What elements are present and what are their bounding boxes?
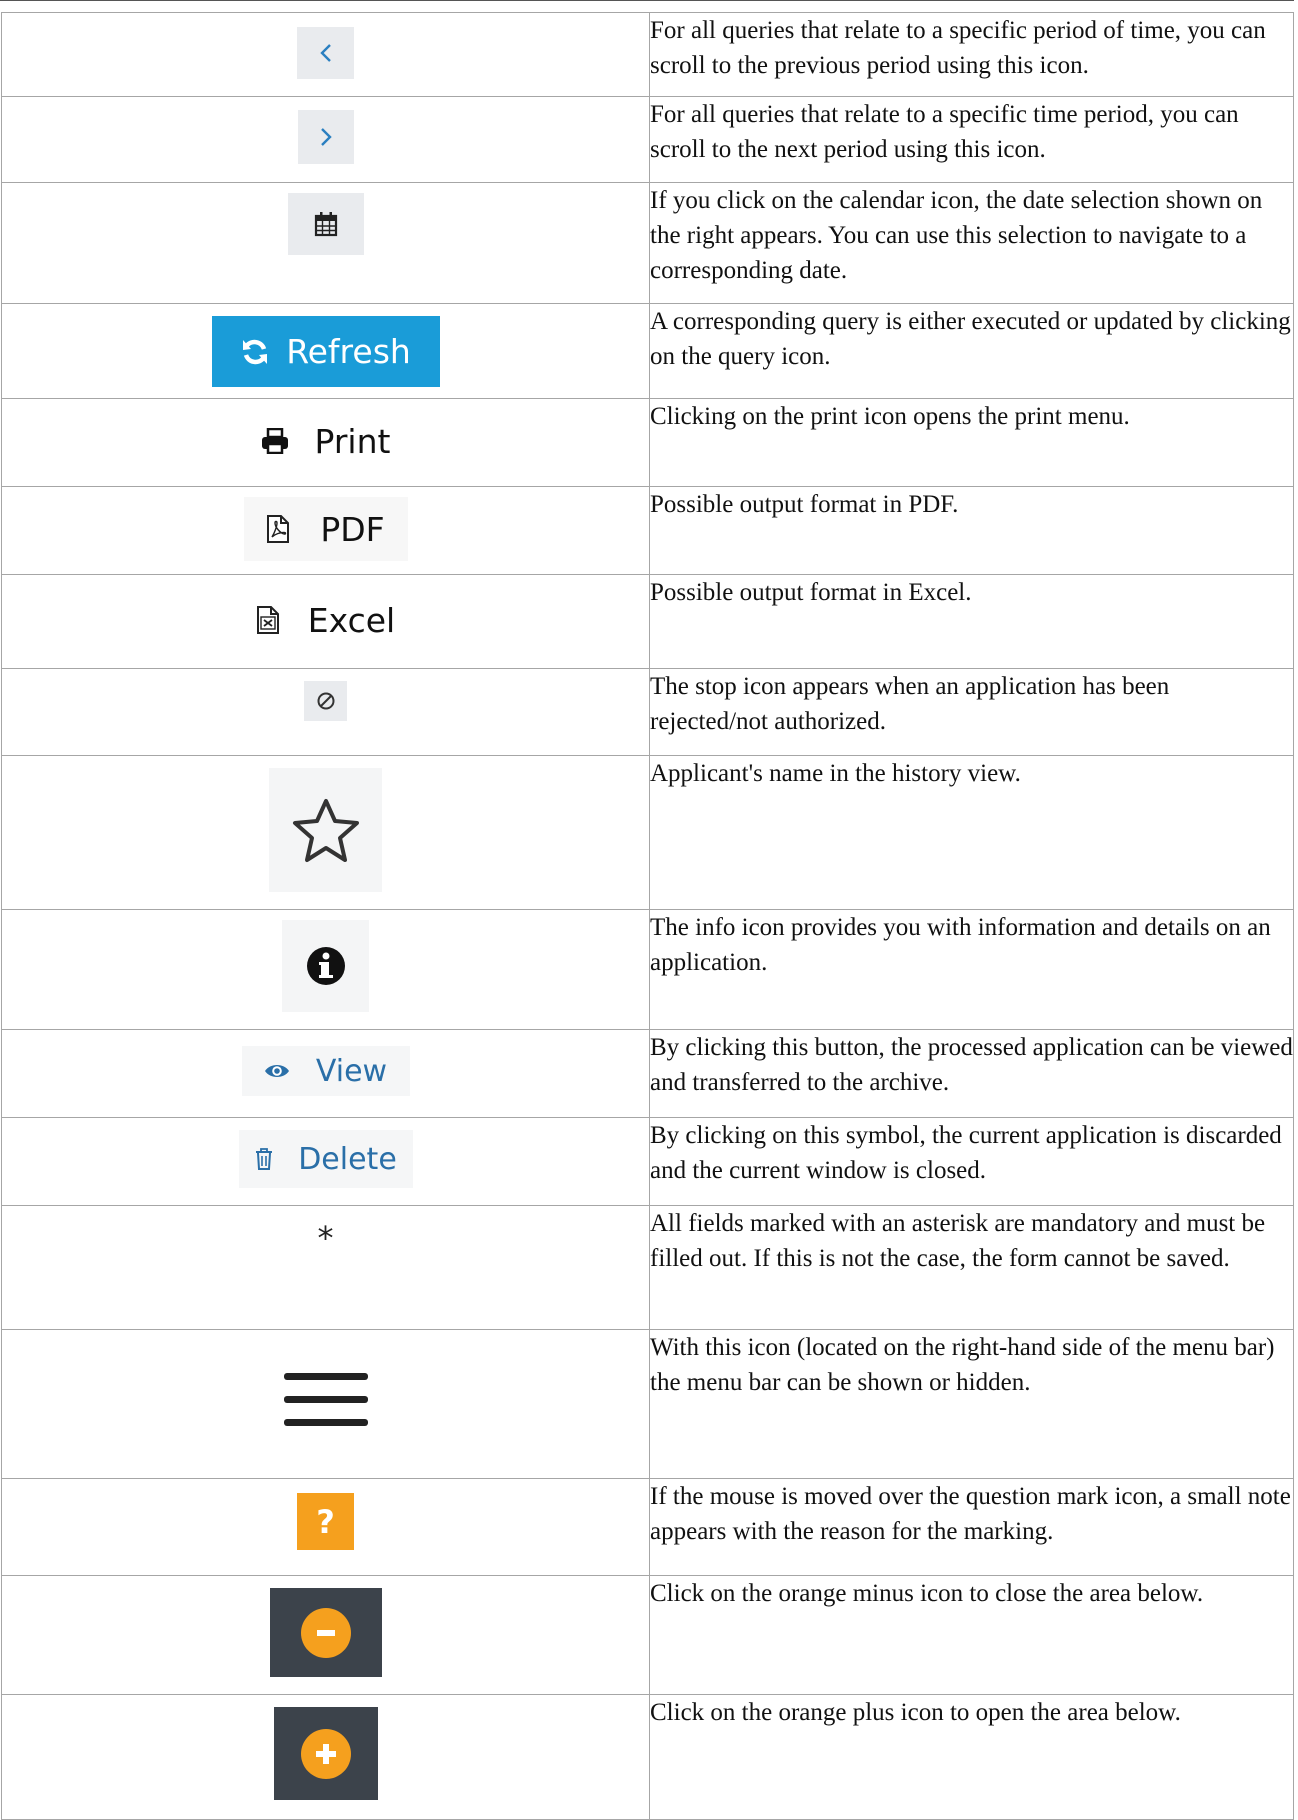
table-row: Click on the orange plus icon to open th… xyxy=(1,1694,1294,1820)
print-label: Print xyxy=(314,421,391,461)
plus-circle-icon xyxy=(300,1728,351,1779)
table-row: For all queries that relate to a specifi… xyxy=(1,12,1294,97)
expand-button[interactable] xyxy=(273,1707,378,1800)
row-description: With this icon (located on the right-han… xyxy=(649,1329,1294,1479)
table-row: For all queries that relate to a specifi… xyxy=(1,96,1294,183)
pdf-file-icon xyxy=(267,515,290,543)
star-indicator xyxy=(269,768,382,892)
chevron-left-icon xyxy=(319,44,331,62)
delete-button[interactable]: Delete xyxy=(238,1130,413,1188)
table-row: Refresh A corresponding query is either … xyxy=(1,303,1294,399)
row-description: Possible output format in Excel. xyxy=(649,574,1294,669)
table-row: Delete By clicking on this symbol, the c… xyxy=(1,1117,1294,1206)
row-description: By clicking on this symbol, the current … xyxy=(649,1117,1294,1206)
question-mark-icon[interactable]: ? xyxy=(297,1493,354,1550)
delete-label: Delete xyxy=(298,1141,397,1177)
table-row: If you click on the calendar icon, the d… xyxy=(1,182,1294,304)
menu-toggle-button[interactable] xyxy=(276,1350,376,1450)
previous-button[interactable] xyxy=(297,27,354,79)
refresh-button[interactable]: Refresh xyxy=(211,316,440,387)
minus-circle-icon xyxy=(300,1607,351,1658)
table-row: * All fields marked with an asterisk are… xyxy=(1,1205,1294,1330)
row-description: If you click on the calendar icon, the d… xyxy=(649,182,1294,304)
refresh-label: Refresh xyxy=(286,332,411,371)
star-icon xyxy=(292,799,359,862)
eye-icon xyxy=(264,1065,289,1077)
pdf-button[interactable]: PDF xyxy=(243,497,408,561)
stop-indicator xyxy=(304,681,347,721)
table-row: Applicant's name in the history view. xyxy=(1,755,1294,910)
next-button[interactable] xyxy=(297,110,354,164)
document-page: For all queries that relate to a specifi… xyxy=(0,0,1298,1820)
info-icon xyxy=(306,947,345,985)
table-row: PDF Possible output format in PDF. xyxy=(1,486,1294,575)
print-icon xyxy=(261,428,288,454)
print-button[interactable]: Print xyxy=(226,411,426,471)
trash-icon xyxy=(256,1148,273,1170)
stop-icon xyxy=(317,692,334,710)
calendar-icon xyxy=(314,212,337,237)
table-row: Click on the orange minus icon to close … xyxy=(1,1575,1294,1695)
asterisk-icon: * xyxy=(317,1219,334,1257)
refresh-icon xyxy=(243,339,268,364)
row-description: By clicking this button, the processed a… xyxy=(649,1029,1294,1118)
table-row: Print Clicking on the print icon opens t… xyxy=(1,398,1294,487)
pdf-label: PDF xyxy=(320,509,385,549)
table-row: With this icon (located on the right-han… xyxy=(1,1329,1294,1479)
row-description: For all queries that relate to a specifi… xyxy=(649,96,1294,183)
row-description: Click on the orange minus icon to close … xyxy=(649,1575,1294,1695)
table-row: The info icon provides you with informat… xyxy=(1,909,1294,1030)
excel-label: Excel xyxy=(307,600,396,640)
table-row: ? If the mouse is moved over the questio… xyxy=(1,1478,1294,1576)
calendar-button[interactable] xyxy=(287,193,364,255)
row-description: For all queries that relate to a specifi… xyxy=(649,12,1294,97)
row-description: Possible output format in PDF. xyxy=(649,486,1294,575)
row-description: If the mouse is moved over the question … xyxy=(649,1478,1294,1576)
table-row: Excel Possible output format in Excel. xyxy=(1,574,1294,669)
row-description: A corresponding query is either executed… xyxy=(649,303,1294,399)
excel-button[interactable]: Excel xyxy=(242,587,410,653)
table-row: The stop icon appears when an applicatio… xyxy=(1,668,1294,756)
collapse-button[interactable] xyxy=(269,1588,382,1677)
hamburger-menu-icon xyxy=(283,1373,368,1426)
row-description: Clicking on the print icon opens the pri… xyxy=(649,398,1294,487)
info-button[interactable] xyxy=(282,920,369,1012)
excel-file-icon xyxy=(256,606,279,634)
chevron-right-icon xyxy=(320,128,332,146)
table-row: View By clicking this button, the proces… xyxy=(1,1029,1294,1118)
view-label: View xyxy=(315,1053,388,1089)
view-button[interactable]: View xyxy=(241,1046,410,1096)
row-description: All fields marked with an asterisk are m… xyxy=(649,1205,1294,1330)
row-description: The info icon provides you with informat… xyxy=(649,909,1294,1030)
row-description: Applicant's name in the history view. xyxy=(649,755,1294,910)
top-rule xyxy=(0,0,1294,1)
row-description: The stop icon appears when an applicatio… xyxy=(649,668,1294,756)
row-description: Click on the orange plus icon to open th… xyxy=(649,1694,1294,1820)
icon-reference-table: For all queries that relate to a specifi… xyxy=(1,12,1294,1820)
